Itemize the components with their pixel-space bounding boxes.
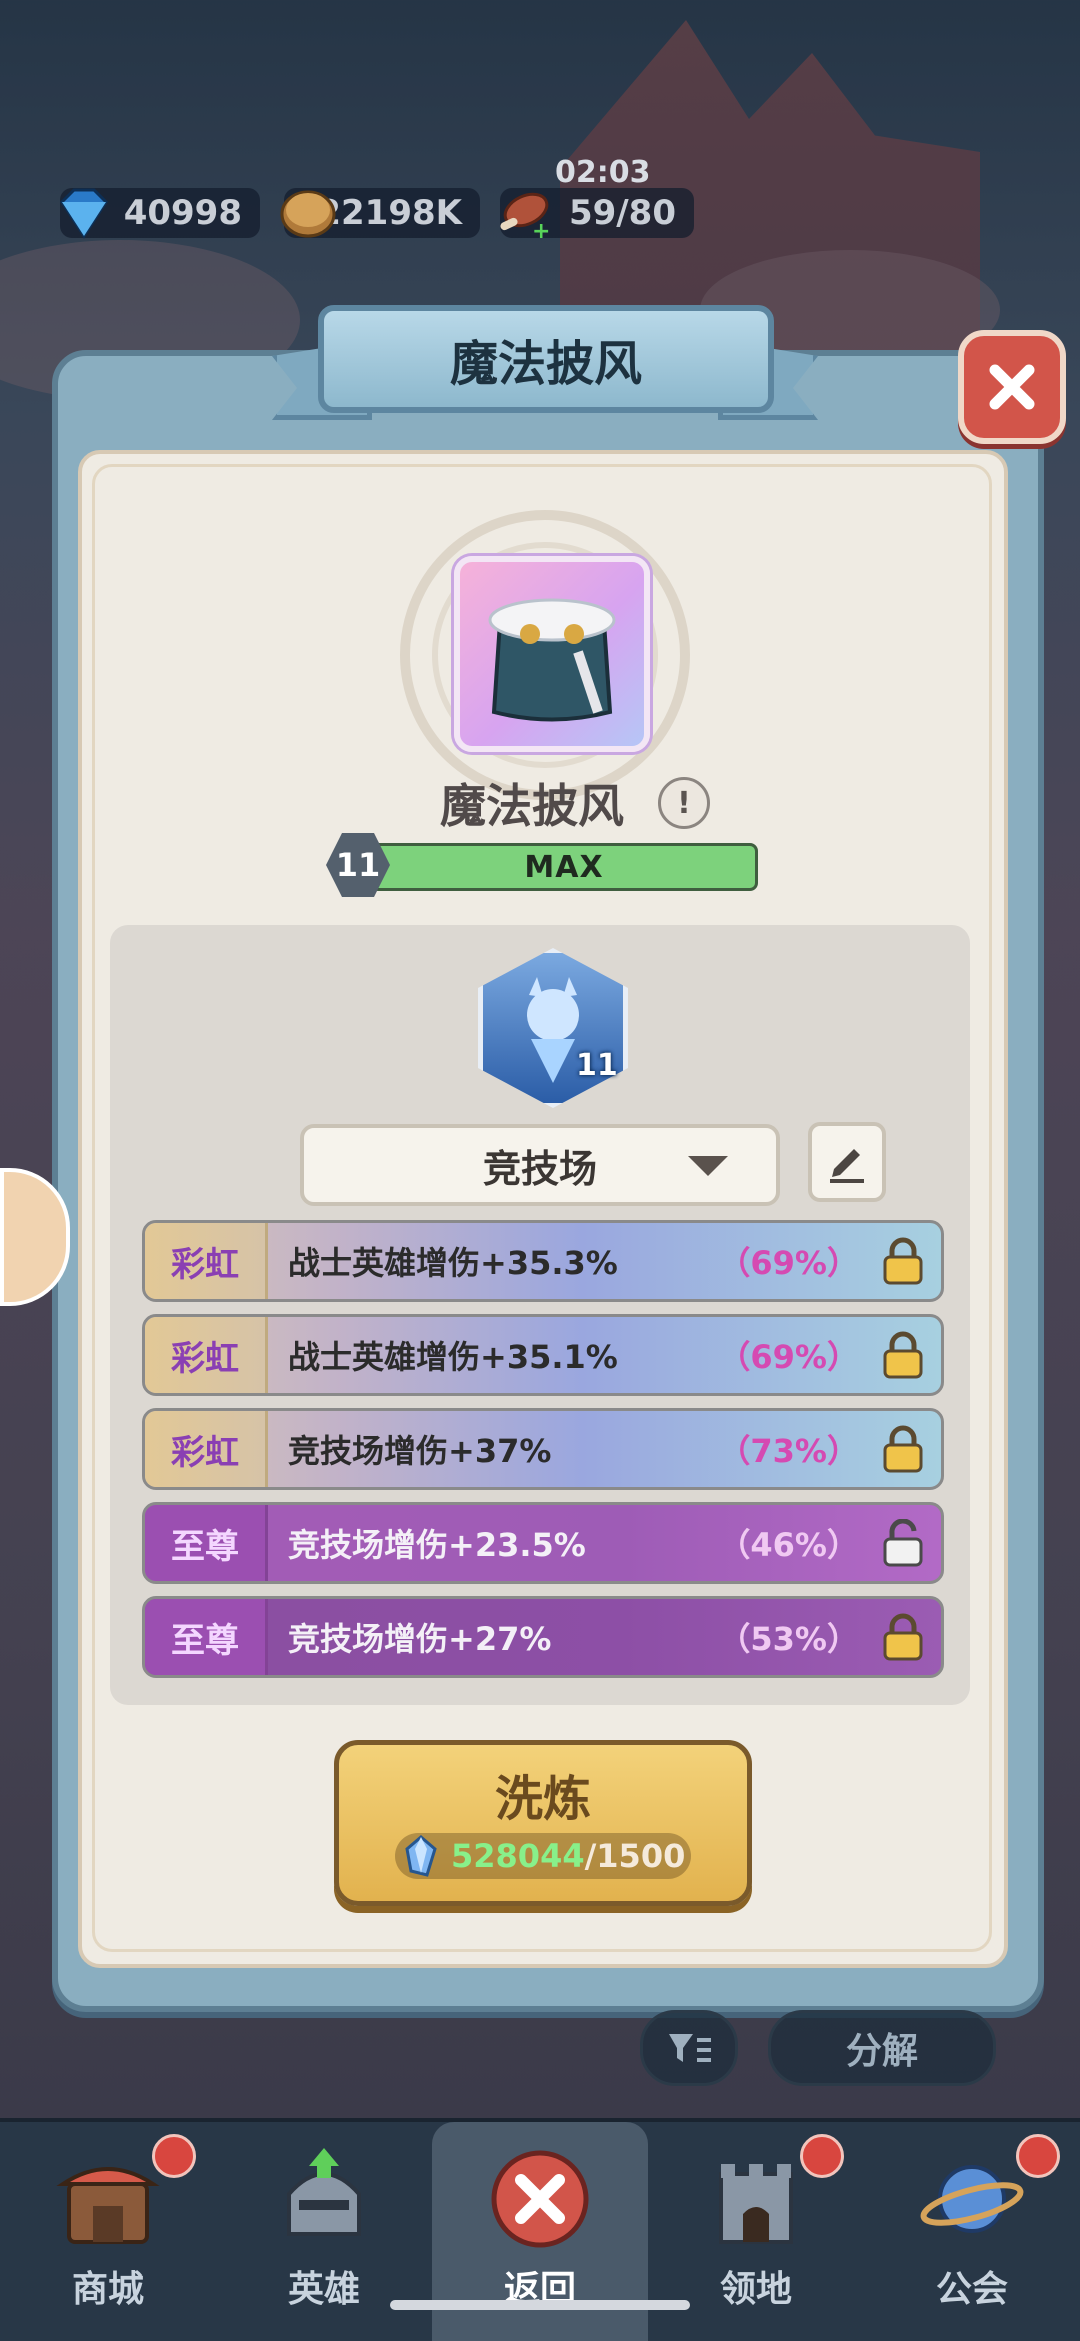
stat-row[interactable]: 至尊 竞技场增伤+23.5% （46%）	[142, 1502, 944, 1584]
stat-description: 竞技场增伤+23.5%	[288, 1526, 586, 1564]
nav-heroes-label: 英雄	[287, 2269, 360, 2310]
gem-count: 40998	[123, 193, 242, 233]
info-icon[interactable]: !	[658, 777, 710, 829]
nav-territory-label: 领地	[719, 2269, 792, 2310]
pencil-icon	[830, 1149, 864, 1183]
stat-percent: （46%）	[718, 1526, 859, 1564]
lock-closed-icon[interactable]	[881, 1237, 925, 1285]
item-name: 魔法披风	[440, 779, 624, 833]
close-icon	[989, 364, 1035, 410]
nav-shop-label: 商城	[71, 2269, 144, 2310]
planet-icon	[920, 2165, 1024, 2233]
nav-guild[interactable]: 公会	[864, 2122, 1080, 2341]
stat-percent: （69%）	[718, 1338, 859, 1376]
nav-guild-label: 公会	[935, 2269, 1008, 2310]
stat-row[interactable]: 彩虹 战士英雄增伤+35.1% （69%）	[142, 1314, 944, 1396]
stat-tier-tag: 彩虹	[145, 1411, 268, 1487]
lock-closed-icon[interactable]	[881, 1331, 925, 1379]
stat-row[interactable]: 至尊 竞技场增伤+27% （53%）	[142, 1596, 944, 1678]
gem-icon	[60, 188, 108, 239]
lock-open-icon[interactable]	[881, 1519, 925, 1567]
stat-description: 竞技场增伤+27%	[288, 1620, 552, 1658]
lock-closed-icon[interactable]	[881, 1613, 925, 1661]
refine-button[interactable]: 洗炼 528044 /1500	[334, 1740, 752, 1906]
refine-button-label: 洗炼	[494, 1771, 591, 1827]
preset-dropdown[interactable]: 竞技场	[300, 1124, 780, 1206]
edit-button[interactable]	[808, 1122, 886, 1202]
home-indicator[interactable]	[390, 2300, 690, 2310]
coin-counter[interactable]: 22198K	[280, 188, 480, 238]
stamina-count: 59/80	[568, 193, 676, 233]
stamina-counter[interactable]: + 59/80	[500, 188, 694, 244]
stat-tier-tag: 至尊	[145, 1599, 268, 1675]
gem-counter[interactable]: 40998	[60, 188, 260, 239]
close-button[interactable]	[958, 330, 1066, 444]
stamina-timer: 02:03	[555, 155, 651, 190]
cape-icon	[488, 598, 616, 722]
preset-dropdown-value: 竞技场	[482, 1146, 597, 1191]
crystal-owned: 528044	[451, 1837, 585, 1875]
stat-percent: （53%）	[718, 1620, 859, 1658]
notification-badge	[800, 2134, 844, 2178]
svg-text:+: +	[532, 219, 550, 244]
refine-cost: 528044 /1500	[395, 1833, 691, 1879]
stat-percent: （69%）	[718, 1244, 859, 1282]
stat-description: 战士英雄增伤+35.3%	[288, 1244, 618, 1282]
stat-tier-tag: 至尊	[145, 1505, 268, 1581]
meat-icon: +	[500, 192, 550, 244]
dialog-title: 魔法披风	[318, 305, 774, 413]
lock-closed-icon[interactable]	[881, 1425, 925, 1473]
filter-button[interactable]	[640, 2010, 738, 2086]
decompose-button[interactable]: 分解	[768, 2010, 996, 2086]
crystal-icon	[405, 1835, 437, 1877]
helmet-icon	[287, 2148, 361, 2236]
notification-badge	[152, 2134, 196, 2178]
coin-icon	[280, 190, 336, 238]
nav-shop[interactable]: 商城	[0, 2122, 216, 2341]
level-progress-bar: MAX	[370, 843, 758, 891]
chevron-down-icon	[688, 1156, 728, 1176]
crystal-required: /1500	[584, 1837, 686, 1875]
skill-level: 11	[576, 1048, 618, 1083]
castle-icon	[719, 2164, 793, 2244]
filter-icon	[669, 2034, 711, 2062]
stat-row[interactable]: 彩虹 战士英雄增伤+35.3% （69%）	[142, 1220, 944, 1302]
item-icon[interactable]	[454, 556, 650, 752]
stat-tier-tag: 彩虹	[145, 1317, 268, 1393]
coin-count: 22198K	[317, 193, 462, 233]
stat-description: 战士英雄增伤+35.1%	[288, 1338, 618, 1376]
stat-percent: （73%）	[718, 1432, 859, 1470]
stat-row[interactable]: 彩虹 竞技场增伤+37% （73%）	[142, 1408, 944, 1490]
close-circle-icon	[491, 2150, 589, 2248]
stat-tier-tag: 彩虹	[145, 1223, 268, 1299]
stat-description: 竞技场增伤+37%	[288, 1432, 552, 1470]
shop-icon	[56, 2167, 160, 2244]
level-bar-label: MAX	[524, 850, 604, 885]
notification-badge	[1016, 2134, 1060, 2178]
